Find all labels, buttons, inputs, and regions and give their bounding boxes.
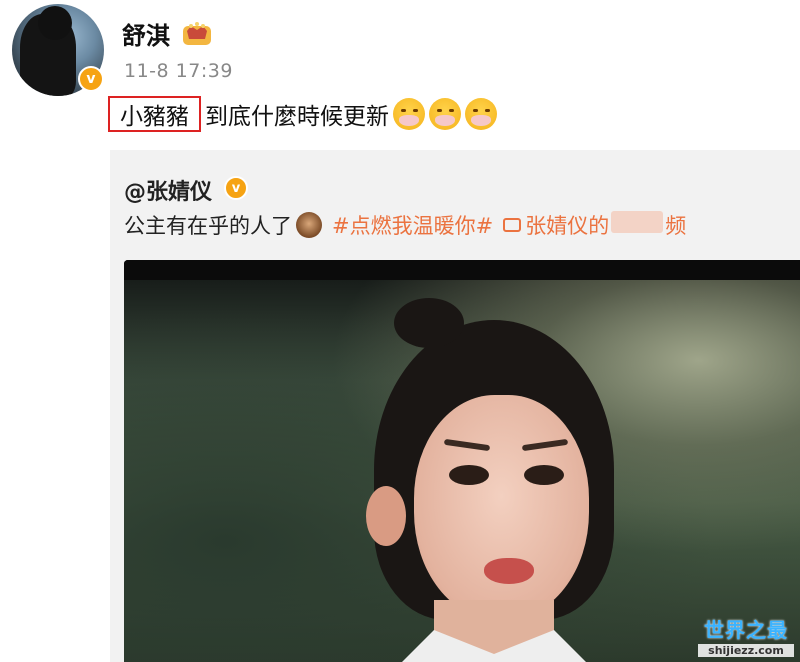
mask-face-emoji-icon	[393, 98, 425, 130]
video-link-suffix: 频	[665, 214, 687, 238]
repost-body-text: 公主有在乎的人了	[124, 214, 292, 238]
verified-badge-icon: v	[78, 66, 104, 92]
repost-text: 公主有在乎的人了 #点燃我温暖你# 张婧仪的 频	[124, 210, 686, 240]
repost-card[interactable]: @张婧仪 v 公主有在乎的人了 #点燃我温暖你# 张婧仪的 频	[110, 150, 800, 662]
username[interactable]: 舒淇	[122, 16, 170, 51]
verified-badge-icon: v	[224, 176, 248, 200]
watermark-url: shijiezz.com	[698, 644, 794, 657]
post-content: 小豬豬 到底什麼時候更新	[108, 96, 497, 132]
video-subject-face	[414, 395, 589, 620]
watermark-title: 世界之最	[704, 618, 788, 642]
video-link-prefix: 张婧仪的	[525, 214, 610, 238]
video-player[interactable]	[124, 260, 800, 662]
mask-face-emoji-icon	[429, 98, 461, 130]
video-subject-ear	[366, 486, 406, 546]
video-subject-bun	[394, 298, 464, 348]
video-subject-mouth	[484, 558, 534, 584]
video-letterbox	[124, 260, 800, 280]
video-link[interactable]: 张婧仪的 频	[525, 210, 686, 240]
blurred-text	[611, 211, 664, 233]
video-subject-eye	[524, 465, 564, 485]
repost-author[interactable]: @张婧仪	[124, 174, 212, 206]
crown-icon	[183, 22, 211, 45]
highlighted-nickname: 小豬豬	[108, 96, 201, 132]
see-no-evil-monkey-icon	[296, 212, 322, 238]
hashtag-link[interactable]: #点燃我温暖你#	[332, 210, 493, 240]
site-watermark: 世界之最 shijiezz.com	[698, 614, 794, 657]
mask-face-emoji-icon	[465, 98, 497, 130]
video-subject-eye	[449, 465, 489, 485]
post-body-text: 到底什麼時候更新	[205, 104, 389, 130]
post-timestamp: 11-8 17:39	[124, 60, 233, 82]
avatar-head	[38, 6, 72, 40]
video-icon	[503, 218, 522, 232]
